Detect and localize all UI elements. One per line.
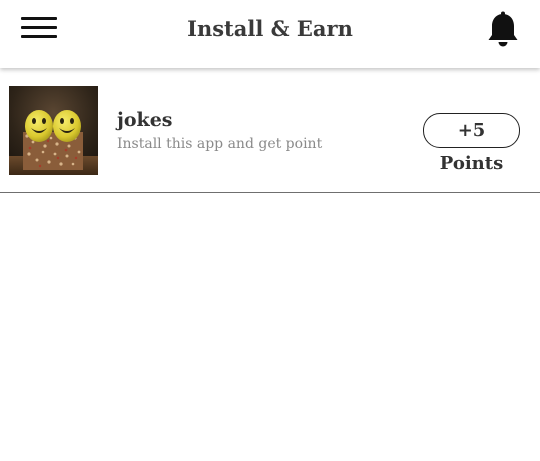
app-description: Install this app and get point [117, 136, 323, 152]
app-screen: Install & Earn jokes Install this app an… [0, 0, 540, 461]
app-name: jokes [117, 109, 173, 131]
earn-points-button[interactable]: +5 Points [423, 113, 520, 174]
page-title: Install & Earn [187, 16, 353, 41]
app-list-item[interactable]: jokes Install this app and get point +5 … [0, 68, 540, 193]
bell-icon [488, 11, 518, 47]
app-thumbnail [9, 86, 98, 175]
top-app-bar: Install & Earn [0, 0, 540, 68]
smiley-faces-image [9, 86, 98, 175]
menu-button[interactable] [18, 14, 60, 44]
notification-button[interactable] [484, 10, 522, 50]
